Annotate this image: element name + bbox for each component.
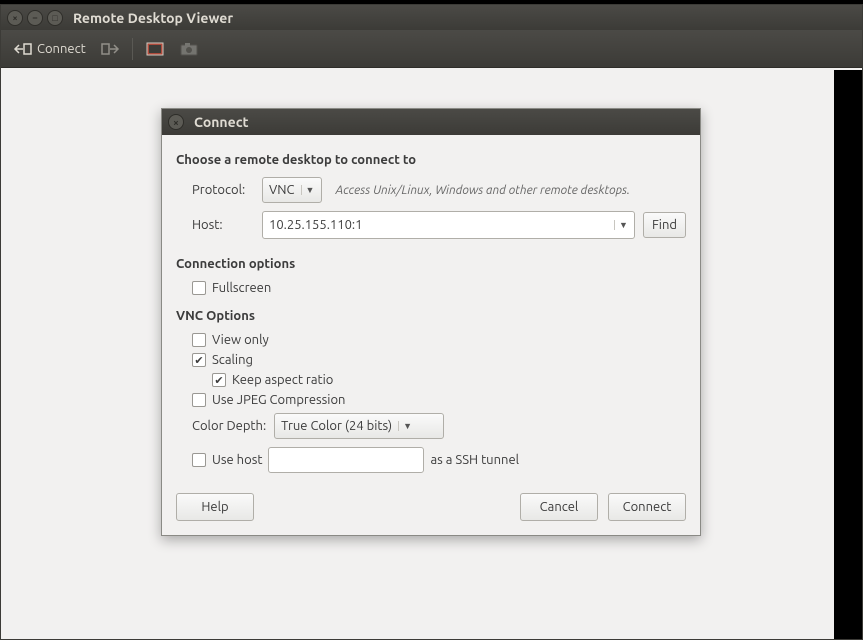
protocol-label: Protocol: <box>192 183 262 197</box>
viewonly-checkbox[interactable] <box>192 333 206 347</box>
ssh-host-input[interactable] <box>268 447 424 473</box>
vnc-options-heading: VNC Options <box>176 309 686 323</box>
colordepth-combo[interactable]: True Color (24 bits) ▼ <box>274 413 444 439</box>
toolbar: Connect <box>1 30 862 68</box>
jpeg-checkbox[interactable] <box>192 393 206 407</box>
camera-icon <box>179 40 199 58</box>
titlebar: × – □ Remote Desktop Viewer <box>1 5 862 30</box>
window-title: Remote Desktop Viewer <box>73 10 233 26</box>
ssh-checkbox[interactable] <box>192 453 206 467</box>
toolbar-screenshot[interactable] <box>175 38 203 60</box>
ssh-prefix: Use host <box>212 453 262 467</box>
dialog-title: Connect <box>194 114 249 130</box>
toolbar-disconnect[interactable] <box>96 38 124 60</box>
host-combo[interactable]: 10.25.155.110:1 ▼ <box>262 211 635 239</box>
help-button[interactable]: Help <box>176 493 254 521</box>
scaling-label: Scaling <box>212 353 253 367</box>
ssh-suffix: as a SSH tunnel <box>430 453 519 467</box>
minimize-window-button[interactable]: – <box>27 10 43 26</box>
connect-dialog: × Connect Choose a remote desktop to con… <box>161 108 701 536</box>
toolbar-connect[interactable]: Connect <box>9 38 90 60</box>
toolbar-connect-label: Connect <box>37 42 86 56</box>
fullscreen-icon <box>145 40 165 58</box>
protocol-value: VNC <box>269 183 295 197</box>
right-edge <box>834 70 862 639</box>
find-button[interactable]: Find <box>643 212 686 238</box>
fullscreen-label: Fullscreen <box>212 281 271 295</box>
main-window: × – □ Remote Desktop Viewer Connect <box>0 4 863 640</box>
help-label: Help <box>201 500 228 514</box>
connect-icon <box>13 40 33 58</box>
fullscreen-checkbox[interactable] <box>192 281 206 295</box>
jpeg-label: Use JPEG Compression <box>212 393 345 407</box>
connect-button[interactable]: Connect <box>608 493 686 521</box>
find-label: Find <box>652 218 677 232</box>
cancel-button[interactable]: Cancel <box>520 493 598 521</box>
cancel-label: Cancel <box>540 500 579 514</box>
toolbar-fullscreen[interactable] <box>141 38 169 60</box>
aspect-label: Keep aspect ratio <box>232 373 333 387</box>
connection-options-heading: Connection options <box>176 257 686 271</box>
dialog-close-button[interactable]: × <box>168 114 184 130</box>
maximize-window-button[interactable]: □ <box>47 10 63 26</box>
choose-heading: Choose a remote desktop to connect to <box>176 153 686 167</box>
toolbar-separator <box>132 38 133 60</box>
disconnect-icon <box>100 40 120 58</box>
chevron-down-icon: ▼ <box>614 220 628 230</box>
protocol-hint: Access Unix/Linux, Windows and other rem… <box>336 184 631 197</box>
chevron-down-icon: ▼ <box>398 421 412 431</box>
host-label: Host: <box>192 218 262 232</box>
host-value: 10.25.155.110:1 <box>269 218 608 232</box>
close-window-button[interactable]: × <box>7 10 23 26</box>
scaling-checkbox[interactable] <box>192 353 206 367</box>
dialog-titlebar: × Connect <box>162 109 700 135</box>
connect-label: Connect <box>623 500 672 514</box>
colordepth-label: Color Depth: <box>192 419 266 433</box>
chevron-down-icon: ▼ <box>301 185 315 195</box>
aspect-checkbox[interactable] <box>212 373 226 387</box>
colordepth-value: True Color (24 bits) <box>281 419 392 433</box>
viewonly-label: View only <box>212 333 269 347</box>
protocol-combo[interactable]: VNC ▼ <box>262 177 322 203</box>
